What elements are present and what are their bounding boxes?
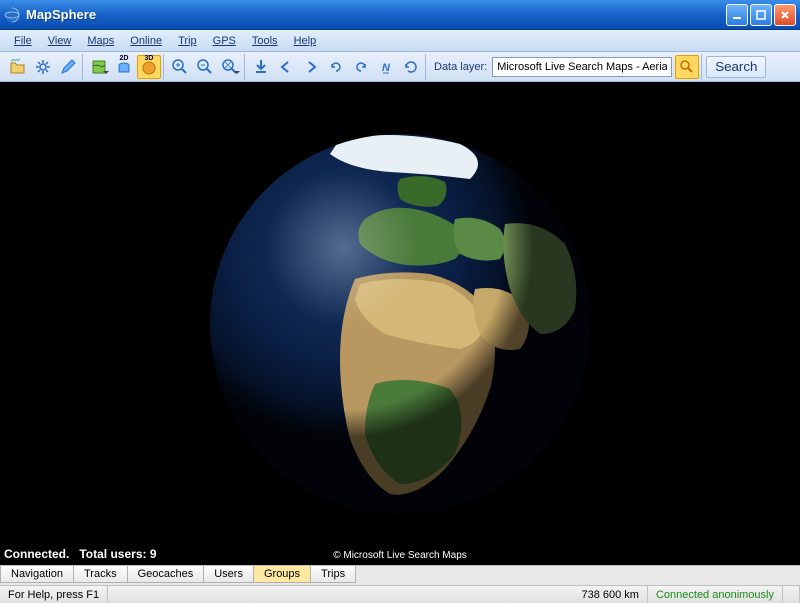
layer-options-button[interactable] xyxy=(675,55,699,79)
menu-trip[interactable]: Trip xyxy=(170,33,205,49)
menu-gps[interactable]: GPS xyxy=(205,33,244,49)
map-viewport[interactable]: Connected. Total users: 9 © Microsoft Li… xyxy=(0,82,800,565)
status-distance: 738 600 km xyxy=(573,586,647,603)
bottom-tabs: Navigation Tracks Geocaches Users Groups… xyxy=(0,565,800,585)
minimize-button[interactable] xyxy=(726,4,748,26)
download-button[interactable] xyxy=(249,55,273,79)
status-connection: Connected anonimously xyxy=(648,586,783,603)
search-button[interactable]: Search xyxy=(706,56,766,78)
resize-grip[interactable] xyxy=(783,586,800,603)
open-button[interactable] xyxy=(6,55,30,79)
titlebar: MapSphere xyxy=(0,0,800,30)
nav-right-button[interactable] xyxy=(299,55,323,79)
nav-left-button[interactable] xyxy=(274,55,298,79)
tab-users[interactable]: Users xyxy=(203,566,254,583)
rotate-right-button[interactable] xyxy=(349,55,373,79)
menu-tools[interactable]: Tools xyxy=(244,33,286,49)
users-count: Total users: 9 xyxy=(79,547,156,561)
north-button[interactable]: N xyxy=(374,55,398,79)
tab-groups[interactable]: Groups xyxy=(253,566,311,583)
app-icon xyxy=(4,7,20,23)
settings-button[interactable] xyxy=(31,55,55,79)
menubar: File View Maps Online Trip GPS Tools Hel… xyxy=(0,30,800,52)
datalayer-label: Data layer: xyxy=(430,61,491,73)
window-title: MapSphere xyxy=(26,7,726,22)
zoom-fit-button[interactable] xyxy=(218,55,242,79)
menu-view[interactable]: View xyxy=(40,33,80,49)
menu-file[interactable]: File xyxy=(6,33,40,49)
menu-help[interactable]: Help xyxy=(286,33,325,49)
toolbar: 2D 3D N Data layer: Search xyxy=(0,52,800,82)
tab-trips[interactable]: Trips xyxy=(310,566,356,583)
statusbar: For Help, press F1 738 600 km Connected … xyxy=(0,585,800,603)
datalayer-select[interactable] xyxy=(492,57,672,77)
zoom-in-button[interactable] xyxy=(168,55,192,79)
connected-label: Connected. xyxy=(4,547,69,561)
map-copyright: © Microsoft Live Search Maps xyxy=(333,550,467,561)
menu-online[interactable]: Online xyxy=(122,33,170,49)
refresh-button[interactable] xyxy=(399,55,423,79)
status-help: For Help, press F1 xyxy=(0,586,108,603)
tab-navigation[interactable]: Navigation xyxy=(0,566,74,583)
edit-button[interactable] xyxy=(56,55,80,79)
2d-button[interactable]: 2D xyxy=(112,55,136,79)
3d-button[interactable]: 3D xyxy=(137,55,161,79)
close-button[interactable] xyxy=(774,4,796,26)
connection-overlay: Connected. Total users: 9 xyxy=(4,547,157,561)
globe-3d xyxy=(200,124,600,524)
tab-geocaches[interactable]: Geocaches xyxy=(127,566,205,583)
zoom-out-button[interactable] xyxy=(193,55,217,79)
menu-maps[interactable]: Maps xyxy=(79,33,122,49)
tab-tracks[interactable]: Tracks xyxy=(73,566,128,583)
maximize-button[interactable] xyxy=(750,4,772,26)
svg-text:N: N xyxy=(382,62,391,74)
map-button[interactable] xyxy=(87,55,111,79)
rotate-left-button[interactable] xyxy=(324,55,348,79)
